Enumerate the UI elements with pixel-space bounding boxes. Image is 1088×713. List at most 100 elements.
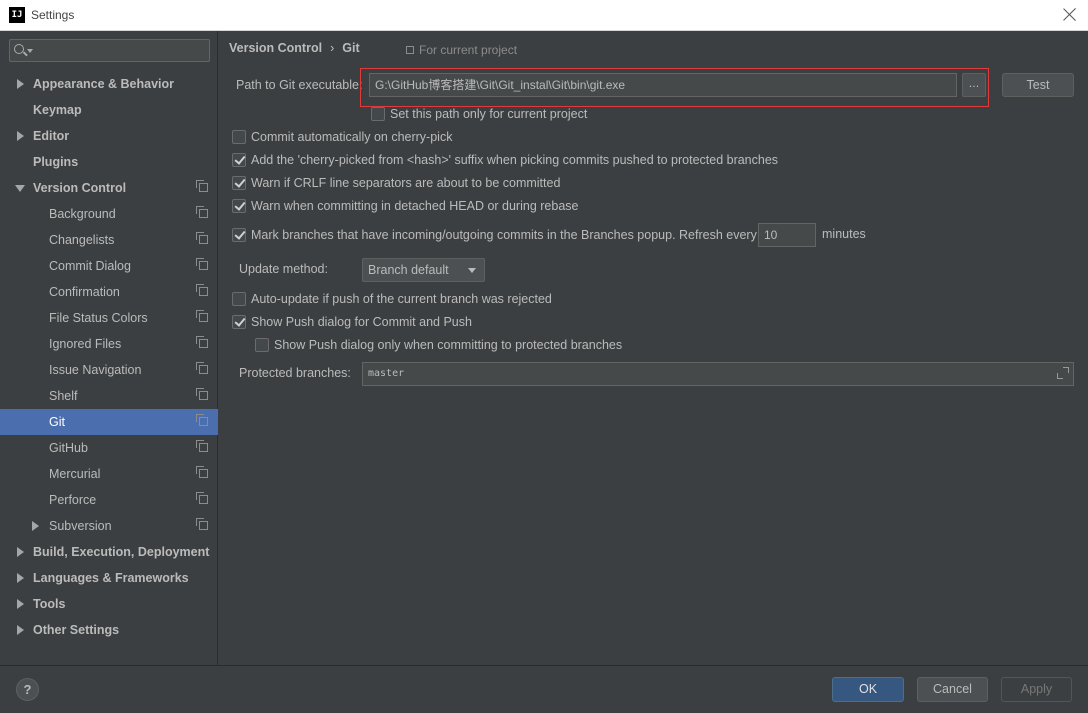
sidebar-item-label: Mercurial — [49, 467, 101, 481]
window-title: Settings — [31, 8, 75, 22]
sidebar-item-subversion[interactable]: Subversion — [0, 513, 218, 539]
project-scope-icon — [406, 46, 414, 54]
set-path-only-label: Set this path only for current project — [390, 107, 588, 121]
project-scope-icon — [196, 440, 208, 452]
sidebar-item-editor[interactable]: Editor — [0, 123, 218, 149]
sidebar-item-commit-dialog[interactable]: Commit Dialog — [0, 253, 218, 279]
detached-head-label: Warn when committing in detached HEAD or… — [251, 199, 579, 213]
chevron-down-icon — [468, 268, 476, 273]
breadcrumb-parent[interactable]: Version Control — [229, 41, 322, 55]
settings-tree: Appearance & Behavior Keymap Editor Plug… — [0, 71, 218, 643]
sidebar-item-issue-navigation[interactable]: Issue Navigation — [0, 357, 218, 383]
sidebar-item-perforce[interactable]: Perforce — [0, 487, 218, 513]
expand-arrow-icon[interactable] — [17, 625, 24, 635]
test-button[interactable]: Test — [1002, 73, 1074, 97]
apply-button[interactable]: Apply — [1001, 677, 1072, 702]
cherry-pick-checkbox[interactable] — [232, 130, 246, 144]
scope-indicator: For current project — [406, 43, 517, 57]
expand-arrow-icon[interactable] — [17, 573, 24, 583]
project-scope-icon — [196, 414, 208, 426]
cherry-pick-label: Commit automatically on cherry-pick — [251, 130, 453, 144]
collapse-arrow-icon[interactable] — [15, 185, 25, 192]
sidebar-item-mercurial[interactable]: Mercurial — [0, 461, 218, 487]
show-push-protected-checkbox[interactable] — [255, 338, 269, 352]
sidebar-item-label: File Status Colors — [49, 311, 148, 325]
sidebar-item-label: Subversion — [49, 519, 112, 533]
sidebar-item-appearance-behavior[interactable]: Appearance & Behavior — [0, 71, 218, 97]
sidebar-item-github[interactable]: GitHub — [0, 435, 218, 461]
update-method-value: Branch default — [368, 263, 449, 277]
expand-arrow-icon[interactable] — [32, 521, 39, 531]
sidebar-item-changelists[interactable]: Changelists — [0, 227, 218, 253]
project-scope-icon — [196, 336, 208, 348]
browse-button[interactable]: ... — [962, 73, 986, 97]
expand-arrow-icon[interactable] — [17, 79, 24, 89]
project-scope-icon — [196, 388, 208, 400]
show-push-label: Show Push dialog for Commit and Push — [251, 315, 472, 329]
project-scope-icon — [196, 518, 208, 530]
sidebar-item-languages-frameworks[interactable]: Languages & Frameworks — [0, 565, 218, 591]
update-method-label: Update method: — [239, 262, 328, 276]
title-bar: IJ Settings — [0, 0, 1088, 31]
search-input[interactable] — [36, 42, 206, 59]
sidebar-item-git[interactable]: Git — [0, 409, 218, 435]
crlf-label: Warn if CRLF line separators are about t… — [251, 176, 561, 190]
project-scope-icon — [196, 362, 208, 374]
expand-arrow-icon[interactable] — [17, 599, 24, 609]
show-push-protected-label: Show Push dialog only when committing to… — [274, 338, 623, 352]
sidebar-item-plugins[interactable]: Plugins — [0, 149, 218, 175]
sidebar-item-ignored-files[interactable]: Ignored Files — [0, 331, 218, 357]
mark-branches-label: Mark branches that have incoming/outgoin… — [251, 228, 757, 242]
breadcrumb-separator: › — [330, 41, 335, 55]
expand-field-icon[interactable] — [1057, 367, 1069, 379]
mark-branches-checkbox[interactable] — [232, 228, 246, 242]
set-path-only-checkbox[interactable] — [371, 107, 385, 121]
project-scope-icon — [196, 284, 208, 296]
sidebar-item-other-settings[interactable]: Other Settings — [0, 617, 218, 643]
sidebar-item-build-execution-deployment[interactable]: Build, Execution, Deployment — [0, 539, 218, 565]
refresh-interval-input[interactable]: 10 — [758, 223, 816, 247]
sidebar-item-label: Other Settings — [33, 623, 120, 637]
crlf-checkbox[interactable] — [232, 176, 246, 190]
sidebar-item-label: Appearance & Behavior — [33, 77, 175, 91]
sidebar-item-label: GitHub — [49, 441, 88, 455]
sidebar-item-background[interactable]: Background — [0, 201, 218, 227]
git-path-label: Path to Git executable: — [236, 78, 363, 92]
git-path-input[interactable]: G:\GitHub博客搭建\Git\Git_instal\Git\bin\git… — [369, 73, 957, 97]
detached-head-checkbox[interactable] — [232, 199, 246, 213]
project-scope-icon — [196, 310, 208, 322]
sidebar-item-tools[interactable]: Tools — [0, 591, 218, 617]
search-options-caret-icon[interactable] — [27, 49, 33, 53]
sidebar-item-label: Editor — [33, 129, 70, 143]
sidebar-item-version-control[interactable]: Version Control — [0, 175, 218, 201]
expand-arrow-icon[interactable] — [17, 547, 24, 557]
project-scope-icon — [196, 206, 208, 218]
sidebar-item-label: Shelf — [49, 389, 78, 403]
search-icon — [14, 44, 24, 54]
cherry-suffix-checkbox[interactable] — [232, 153, 246, 167]
intellij-logo-icon: IJ — [9, 7, 25, 23]
sidebar-item-label: Build, Execution, Deployment — [33, 545, 210, 559]
ok-button[interactable]: OK — [832, 677, 904, 702]
help-button[interactable]: ? — [16, 678, 39, 701]
sidebar-item-file-status-colors[interactable]: File Status Colors — [0, 305, 218, 331]
cancel-button[interactable]: Cancel — [917, 677, 988, 702]
expand-arrow-icon[interactable] — [17, 131, 24, 141]
sidebar-item-keymap[interactable]: Keymap — [0, 97, 218, 123]
settings-window: IJ Settings Appearance & Behavior Keymap… — [0, 0, 1088, 713]
project-scope-icon — [196, 492, 208, 504]
protected-branches-input[interactable]: master — [362, 362, 1074, 386]
sidebar-item-label: Changelists — [49, 233, 115, 247]
auto-update-checkbox[interactable] — [232, 292, 246, 306]
close-icon[interactable] — [1062, 6, 1078, 22]
breadcrumb: Version Control › Git — [229, 41, 360, 55]
search-box[interactable] — [9, 39, 210, 62]
project-scope-icon — [196, 466, 208, 478]
sidebar-item-confirmation[interactable]: Confirmation — [0, 279, 218, 305]
show-push-checkbox[interactable] — [232, 315, 246, 329]
update-method-select[interactable]: Branch default — [362, 258, 485, 282]
sidebar-item-label: Languages & Frameworks — [33, 571, 189, 585]
protected-branches-value: master — [368, 368, 405, 379]
scope-label: For current project — [419, 43, 518, 57]
sidebar-item-shelf[interactable]: Shelf — [0, 383, 218, 409]
